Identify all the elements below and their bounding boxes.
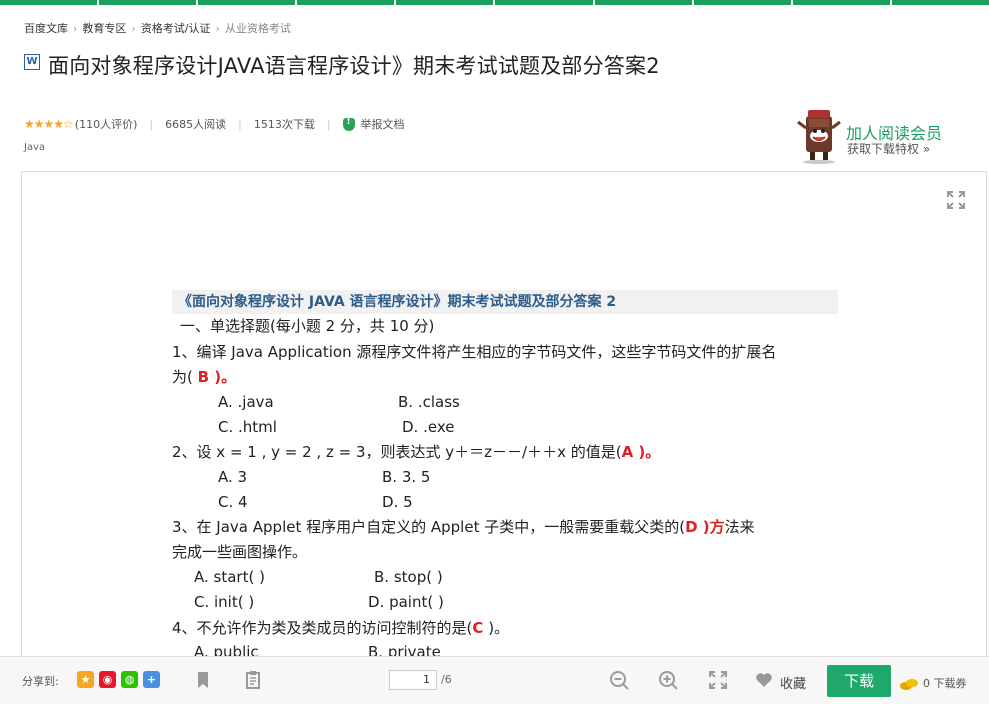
option-3c: C. init( ) [194,593,255,611]
more-share-plus-icon[interactable]: + [143,671,160,688]
chevron-right-icon: › [215,21,220,35]
breadcrumb-item-wenku[interactable]: 百度文库 [24,20,68,36]
option-3a: A. start( ) [194,568,265,586]
bottom-toolbar: 分享到: ★ ◉ ◍ + 1 /6 收藏 下载 0 下载券 [0,656,989,704]
document-viewer[interactable]: 《面向对象程序设计 JAVA 语言程序设计》期末考试试题及部分答案 2 一、单选… [21,171,987,661]
download-count: 1513次下载 [253,118,315,131]
qzone-star-icon[interactable]: ★ [77,671,94,688]
question-2-text: 2、设 x = 1 , y = 2 , z = 3，则表达式 y＋＝z－－/＋＋… [172,443,661,461]
option-1a: A. .java [218,393,274,411]
page-total: /6 [441,673,452,686]
question-1-line2: 为( B )。 [172,368,237,386]
heart-icon[interactable] [753,669,775,691]
question-3-line2: 完成一些画图操作。 [172,543,308,561]
notes-icon[interactable] [242,669,264,691]
word-doc-icon: W [24,54,40,70]
coin-icon [900,679,918,690]
option-2c: C. 4 [218,493,248,511]
question-1-text: 1、编译 Java Application 源程序文件将产生相应的字节码文件，这… [172,343,777,361]
option-2b: B. 3. 5 [382,468,431,486]
answer-4: C [472,619,484,637]
option-1c: C. .html [218,418,277,436]
fullscreen-icon[interactable] [946,190,966,210]
answer-2: A [621,443,634,461]
section-title: 一、单选择题(每小题 2 分，共 10 分) [180,317,435,335]
divider: | [326,117,331,131]
page-title: 面向对象程序设计JAVA语言程序设计》期末考试试题及部分答案2 [48,54,660,78]
download-button[interactable]: 下载 [827,665,891,697]
zoom-in-icon[interactable] [657,669,679,691]
vip-promo[interactable]: 加人阅读会员 获取下载特权 » [792,106,972,166]
question-4-text: 4、不允许作为类及类成员的访问控制符的是(C )。 [172,619,510,637]
option-3d: D. paint( ) [368,593,444,611]
page-number-input[interactable]: 1 [389,670,437,690]
rating-count[interactable]: (110人评价) [75,116,138,132]
read-count: 6685人阅读 [165,118,227,131]
share-label: 分享到: [22,675,59,688]
answer-3: D [685,518,698,536]
fullscreen-icon[interactable] [707,669,729,691]
breadcrumb-item-education[interactable]: 教育专区 [82,20,126,36]
chevron-right-icon: › [73,21,78,35]
rating-stars-icon[interactable]: ★★★★☆ [24,117,74,131]
option-2d: D. 5 [382,493,413,511]
document-heading: 《面向对象程序设计 JAVA 语言程序设计》期末考试试题及部分答案 2 [172,290,838,314]
breadcrumb-item-exam[interactable]: 资格考试/认证 [141,20,211,36]
bookmark-icon[interactable] [192,669,214,691]
book-mascot-icon [797,110,841,164]
divider: | [238,117,242,131]
option-2a: A. 3 [218,468,248,486]
breadcrumb: 百度文库 › 教育专区 › 资格考试/认证 › 从业资格考试 [24,20,291,36]
weibo-icon[interactable]: ◉ [99,671,116,688]
zoom-out-icon[interactable] [608,669,630,691]
chevron-right-icon: › [131,21,136,35]
option-1b: B. .class [398,393,460,411]
doc-meta: ★★★★☆ (110人评价) | 6685人阅读 | 1513次下载 | 举报文… [24,116,405,132]
option-3b: B. stop( ) [374,568,443,586]
breadcrumb-item-current[interactable]: 从业资格考试 [225,20,291,36]
shield-icon [342,117,355,131]
coupon-count: 0 下载券 [923,677,967,690]
doc-tag[interactable]: Java [24,142,45,153]
vip-subtitle[interactable]: 获取下载特权 » [847,140,930,157]
question-3-text: 3、在 Java Applet 程序用户自定义的 Applet 子类中，一般需要… [172,518,755,536]
favorite-button[interactable]: 收藏 [780,673,806,692]
answer-1: B [197,368,210,386]
doc-title-block: W 面向对象程序设计JAVA语言程序设计》期末考试试题及部分答案2 [24,50,724,82]
report-link[interactable]: 举报文档 [361,116,405,132]
divider: | [149,117,154,131]
wechat-icon[interactable]: ◍ [121,671,138,688]
option-1d: D. .exe [402,418,455,436]
top-accent-bar [0,0,989,5]
